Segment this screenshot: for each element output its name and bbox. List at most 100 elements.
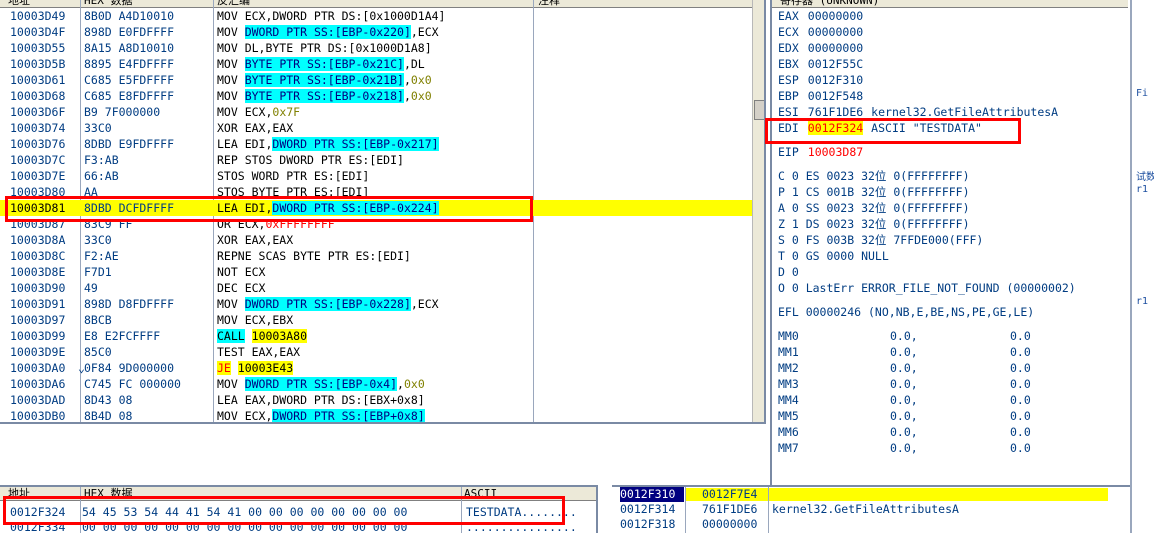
disassembly-row[interactable]: 10003D61 C685 E5FDFFFF MOV BYTE PTR SS:[EB… <box>0 72 764 88</box>
register-row[interactable]: EIP 10003D87 <box>778 144 863 160</box>
instruction-text: REP STOS DWORD PTR ES:[EDI] <box>217 152 535 168</box>
register-row[interactable]: MM4 0.0, 0.0 <box>778 392 1031 408</box>
instruction-token: MOV <box>217 57 245 71</box>
disassembly-row[interactable]: 10003D8E F7D1 NOT ECX <box>0 264 764 280</box>
disassembly-row[interactable]: 10003DA6 C745 FC 000000 MOV DWORD PTR SS:[… <box>0 376 764 392</box>
register-row[interactable]: MM3 0.0, 0.0 <box>778 376 1031 392</box>
register-value[interactable]: 00000000 <box>808 25 863 39</box>
register-row[interactable]: P 1 CS 001B 32位 0(FFFFFFFF) <box>778 184 970 200</box>
register-value[interactable]: 00000000 <box>808 9 863 23</box>
disassembly-row[interactable]: 10003D8A 33C0 XOR EAX,EAX <box>0 232 764 248</box>
instruction-bytes: AA <box>84 185 98 199</box>
instruction-bytes: 8B0D A4D10010 <box>84 9 175 23</box>
register-row[interactable]: EBX 0012F55C <box>778 56 863 72</box>
register-value[interactable]: 0012F310 <box>808 73 863 87</box>
jump-arrow-icon: ⌄ <box>78 361 85 375</box>
instruction-bytes: F3:AB <box>84 153 119 167</box>
disassembly-row[interactable]: 10003DA0 0F84 9D000000 JE 10003E43 ⌄ <box>0 360 764 376</box>
stack-row[interactable]: 0012F318 00000000 <box>612 517 1130 532</box>
register-row[interactable]: MM7 0.0, 0.0 <box>778 440 1031 456</box>
register-row[interactable]: EAX 00000000 <box>778 8 863 24</box>
stack-comment: kernel32.GetFileAttributesA <box>772 502 959 516</box>
header-address[interactable]: 地址 <box>8 0 30 8</box>
stack-row[interactable]: 0012F310 0012F7E4 <box>612 487 1130 502</box>
header-disassembly[interactable]: 反汇编 <box>217 0 250 8</box>
disassembly-row[interactable]: 10003D97 8BCB MOV ECX,EBX <box>0 312 764 328</box>
disassembly-row[interactable]: 10003D76 8DBD E9FDFFFF LEA EDI,DWORD PTR S… <box>0 136 764 152</box>
header-hex[interactable]: HEX 数据 <box>84 0 133 8</box>
disassembly-row[interactable]: 10003D74 33C0 XOR EAX,EAX <box>0 120 764 136</box>
register-row[interactable]: EDI 0012F324 ASCII "TESTDATA" <box>778 120 982 136</box>
disassembly-pane[interactable]: 地址 HEX 数据 反汇编 注释 10003D49 8B0D A4D10010 MO… <box>0 0 766 424</box>
register-row[interactable]: ECX 00000000 <box>778 24 863 40</box>
register-row[interactable]: EFL 00000246 (NO,NB,E,BE,NS,PE,GE,LE) <box>778 304 1034 320</box>
disassembly-row[interactable]: 10003D7E 66:AB STOS WORD PTR ES:[EDI] <box>0 168 764 184</box>
strip-text: r1 <box>1136 184 1149 195</box>
disassembly-row[interactable]: 10003D81 8DBD DCFDFFFF LEA EDI,DWORD PTR S… <box>0 200 764 216</box>
register-row[interactable]: C 0 ES 0023 32位 0(FFFFFFFF) <box>778 168 970 184</box>
disassembly-row[interactable]: 10003DAD 8D43 08 LEA EAX,DWORD PTR DS:[EBX… <box>0 392 764 408</box>
disassembly-row[interactable]: 10003D55 8A15 A8D10010 MOV DL,BYTE PTR DS:… <box>0 40 764 56</box>
register-row[interactable]: ESI 761F1DE6 kernel32.GetFileAttributesA <box>778 104 1058 120</box>
dump-header-ascii[interactable]: ASCII <box>464 487 497 501</box>
register-value[interactable]: 761F1DE6 <box>808 105 863 119</box>
header-comment[interactable]: 注释 <box>538 0 560 8</box>
register-value[interactable]: 0012F55C <box>808 57 863 71</box>
register-row[interactable]: MM1 0.0, 0.0 <box>778 344 1031 360</box>
register-row[interactable]: O 0 LastErr ERROR_FILE_NOT_FOUND (000000… <box>778 280 1076 296</box>
scrollbar-thumb[interactable] <box>754 100 764 120</box>
disassembly-row[interactable]: 10003D9E 85C0 TEST EAX,EAX <box>0 344 764 360</box>
disassembly-row[interactable]: 10003DB0 8B4D 08 MOV ECX,DWORD PTR SS:[EBP… <box>0 408 764 422</box>
register-row[interactable]: Z 1 DS 0023 32位 0(FFFFFFFF) <box>778 216 970 232</box>
register-name: EIP <box>778 145 799 159</box>
register-comment: kernel32.GetFileAttributesA <box>871 105 1059 119</box>
disassembly-row[interactable]: 10003D5B 8895 E4FDFFFF MOV BYTE PTR SS:[EB… <box>0 56 764 72</box>
register-row[interactable]: D 0 <box>778 264 799 280</box>
register-row[interactable]: A 0 SS 0023 32位 0(FFFFFFFF) <box>778 200 970 216</box>
register-row[interactable]: S 0 FS 003B 32位 7FFDE000(FFF) <box>778 232 983 248</box>
instruction-token: 10003E43 <box>237 361 294 375</box>
dump-header-hex[interactable]: HEX 数据 <box>84 487 133 501</box>
mmx-register-name: MM3 <box>778 377 799 391</box>
memory-dump-pane[interactable]: 地址 HEX 数据 ASCII 0012F324 54 45 53 54 44 4… <box>0 485 598 533</box>
instruction-token: MOV <box>217 25 245 39</box>
disassembly-row[interactable]: 10003D8C F2:AE REPNE SCAS BYTE PTR ES:[EDI… <box>0 248 764 264</box>
disassembly-row[interactable]: 10003D87 83C9 FF OR ECX,0xFFFFFFFF <box>0 216 764 232</box>
register-row[interactable]: T 0 GS 0000 NULL <box>778 248 889 264</box>
register-value[interactable]: 0012F548 <box>808 89 863 103</box>
disassembly-row[interactable]: 10003D49 8B0D A4D10010 MOV ECX,DWORD PTR D… <box>0 8 764 24</box>
instruction-token: ,DL <box>403 57 425 71</box>
register-row[interactable]: EDX 00000000 <box>778 40 863 56</box>
register-value[interactable]: 0012F324 <box>807 121 864 135</box>
disassembly-row[interactable]: 10003D80 AA STOS BYTE PTR ES:[EDI] <box>0 184 764 200</box>
register-row[interactable]: MM6 0.0, 0.0 <box>778 424 1031 440</box>
register-value[interactable]: 00000000 <box>808 41 863 55</box>
disassembly-row[interactable]: 10003D6F B9 7F000000 MOV ECX,0x7F <box>0 104 764 120</box>
disassembly-row[interactable]: 10003D90 49 DEC ECX <box>0 280 764 296</box>
disassembly-scrollbar[interactable] <box>752 0 764 422</box>
dump-header-address[interactable]: 地址 <box>8 487 30 501</box>
stack-pane[interactable]: 0012F310 0012F7E4 0012F314 761F1DE6 kernel32… <box>612 485 1130 533</box>
register-row[interactable]: MM5 0.0, 0.0 <box>778 408 1031 424</box>
disassembly-row[interactable]: 10003D4F 898D E0FDFFFF MOV DWORD PTR SS:[E… <box>0 24 764 40</box>
instruction-bytes: C685 E8FDFFFF <box>84 89 175 103</box>
register-value[interactable]: 10003D87 <box>808 145 863 159</box>
instruction-token: REP STOS DWORD PTR ES:[EDI] <box>217 153 404 167</box>
instruction-text: MOV ECX,DWORD PTR DS:[0x1000D1A4] <box>217 8 535 24</box>
register-row[interactable]: EBP 0012F548 <box>778 88 863 104</box>
register-row[interactable]: ESP 0012F310 <box>778 72 863 88</box>
instruction-address: 10003D76 <box>10 137 66 151</box>
register-row[interactable]: MM2 0.0, 0.0 <box>778 360 1031 376</box>
register-row[interactable]: MM0 0.0, 0.0 <box>778 328 1031 344</box>
instruction-token: DWORD PTR SS:[EBP-0x217] <box>272 137 439 151</box>
disassembly-row[interactable]: 10003D68 C685 E8FDFFFF MOV BYTE PTR SS:[EB… <box>0 88 764 104</box>
dump-row[interactable]: 0012F324 54 45 53 54 44 41 54 41 00 00 00… <box>0 505 596 520</box>
dump-row[interactable]: 0012F334 00 00 00 00 00 00 00 00 00 00 00… <box>0 520 596 533</box>
dump-address: 0012F324 <box>10 505 66 519</box>
disassembly-row[interactable]: 10003D91 898D D8FDFFFF MOV DWORD PTR SS:[E… <box>0 296 764 312</box>
stack-row[interactable]: 0012F314 761F1DE6 kernel32.GetFileAttribut… <box>612 502 1130 517</box>
disassembly-row[interactable]: 10003D7C F3:AB REP STOS DWORD PTR ES:[EDI] <box>0 152 764 168</box>
column-divider <box>685 487 686 533</box>
disassembly-row[interactable]: 10003D99 E8 E2FCFFFF CALL 10003A80 <box>0 328 764 344</box>
registers-pane[interactable]: 寄存器 (UNKNOWN) EAX 00000000 ECX 00000000 EDX 0… <box>770 0 1128 485</box>
